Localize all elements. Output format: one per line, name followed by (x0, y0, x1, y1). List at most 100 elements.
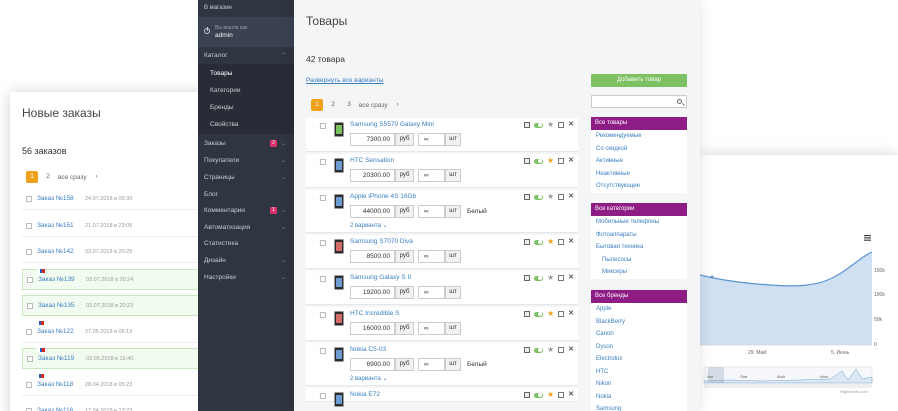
edit-icon[interactable] (523, 239, 530, 245)
filter-item[interactable]: Canon (591, 328, 687, 341)
product-checkbox[interactable] (320, 159, 326, 165)
products-page-1[interactable]: 1 (311, 99, 323, 111)
stock-input[interactable]: ∞ (418, 250, 445, 263)
duplicate-icon[interactable] (558, 311, 565, 317)
delete-icon[interactable]: ✕ (568, 238, 574, 245)
orders-page-all[interactable]: все сразу (58, 174, 87, 181)
order-row[interactable]: Заказ №158 24.07.2018 в 09:30 (22, 189, 202, 210)
filter-item[interactable]: BlackBerry (591, 316, 687, 329)
product-checkbox[interactable] (320, 276, 326, 282)
order-number[interactable]: Заказ №119 (38, 355, 74, 362)
filter-header[interactable]: Все бренды (591, 290, 687, 303)
featured-star-icon[interactable]: ★ (547, 346, 554, 354)
product-name-link[interactable]: Samsung S5570 Galaxy Mini (350, 121, 434, 128)
delete-icon[interactable]: ✕ (568, 310, 574, 317)
edit-icon[interactable] (523, 347, 530, 353)
product-checkbox[interactable] (320, 393, 326, 399)
filter-item[interactable]: Dyson (591, 341, 687, 354)
visibility-toggle[interactable] (533, 239, 543, 245)
order-checkbox[interactable] (27, 276, 33, 283)
sidebar-item-4[interactable]: Свойства (198, 117, 294, 133)
sidebar-item-2[interactable]: Категории (198, 83, 294, 99)
edit-icon[interactable] (523, 275, 530, 281)
order-number[interactable]: Заказ №151 (37, 222, 74, 229)
featured-star-icon[interactable]: ★ (547, 157, 554, 165)
product-thumbnail[interactable] (334, 392, 344, 407)
orders-page-1[interactable]: 1 (26, 171, 38, 183)
order-number[interactable]: Заказ №135 (38, 302, 75, 309)
filter-item[interactable]: Миксеры (591, 266, 687, 279)
sidebar-item-10[interactable]: Автоматизация ⌄ (198, 220, 294, 236)
price-input[interactable]: 16000.00 (350, 322, 395, 335)
sidebar-item-12[interactable]: Дизайн ⌄ (198, 253, 294, 269)
drag-handle-icon[interactable]: ⋮⋮ (311, 277, 321, 282)
sidebar-item-7[interactable]: Страницы ⌄ (198, 170, 294, 186)
stock-input[interactable]: ∞ (418, 205, 445, 218)
product-name-link[interactable]: HTC Sensation (350, 157, 394, 164)
product-checkbox[interactable] (320, 123, 326, 129)
order-number[interactable]: Заказ №158 (37, 195, 74, 202)
visibility-toggle[interactable] (533, 275, 543, 281)
sidebar-item-0[interactable]: Каталог ⌃ (198, 48, 294, 64)
featured-star-icon[interactable]: ★ (547, 391, 554, 399)
search-icon[interactable] (677, 99, 682, 104)
product-thumbnail[interactable] (334, 275, 344, 290)
visibility-toggle[interactable] (533, 392, 543, 398)
order-row[interactable]: Заказ №118 28.04.2018 в 05:23 (22, 373, 202, 396)
featured-star-icon[interactable]: ★ (547, 121, 554, 129)
product-thumbnail[interactable] (334, 122, 344, 137)
drag-handle-icon[interactable]: ⋮⋮ (311, 124, 321, 129)
stock-input[interactable]: ∞ (418, 322, 445, 335)
order-row[interactable]: Заказ №139 03.07.2018 в 20:24 (22, 268, 202, 290)
order-checkbox[interactable] (26, 328, 32, 335)
featured-star-icon[interactable]: ★ (547, 310, 554, 318)
products-page-3[interactable]: 3 (343, 99, 355, 111)
delete-icon[interactable]: ✕ (568, 157, 574, 164)
duplicate-icon[interactable] (558, 392, 565, 398)
price-input[interactable]: 6900.00 (350, 358, 395, 371)
chart-credit[interactable]: Highcharts.com (840, 389, 868, 394)
filter-item[interactable]: Отсутствующие (591, 180, 687, 193)
featured-star-icon[interactable]: ★ (547, 193, 554, 201)
sidebar-item-5[interactable]: Заказы 2 ⌄ (198, 136, 294, 152)
featured-star-icon[interactable]: ★ (547, 274, 554, 282)
product-thumbnail[interactable] (334, 239, 344, 254)
order-checkbox[interactable] (26, 249, 32, 255)
product-name-link[interactable]: Nokia C5-03 (350, 346, 386, 353)
product-checkbox[interactable] (320, 240, 326, 246)
sidebar-item-1[interactable]: Товары (198, 66, 294, 82)
product-checkbox[interactable] (320, 348, 326, 354)
filter-header[interactable]: Все товары (591, 117, 687, 130)
product-name-link[interactable]: HTC Incredible S (350, 310, 400, 317)
hamburger-icon[interactable] (864, 235, 871, 241)
order-row[interactable]: Заказ №122 27.05.2018 в 05:13 (22, 320, 202, 343)
filter-item[interactable]: Apple (591, 303, 687, 316)
drag-handle-icon[interactable]: ⋮⋮ (311, 313, 321, 318)
delete-icon[interactable]: ✕ (568, 391, 574, 398)
delete-icon[interactable]: ✕ (568, 274, 574, 281)
filter-item[interactable]: Nikon (591, 378, 687, 391)
order-checkbox[interactable] (26, 196, 32, 202)
filter-item[interactable]: Активные (591, 155, 687, 168)
duplicate-icon[interactable] (558, 347, 565, 353)
order-row[interactable]: Заказ №135 03.07.2018 в 20:23 (22, 295, 202, 316)
price-input[interactable]: 20300.00 (350, 169, 395, 182)
order-checkbox[interactable] (26, 222, 32, 229)
duplicate-icon[interactable] (558, 194, 565, 200)
logout-icon[interactable] (204, 27, 210, 34)
order-row[interactable]: Заказ №142 03.07.2018 в 20:25 (22, 242, 202, 263)
drag-handle-icon[interactable]: ⋮⋮ (311, 196, 321, 201)
sidebar-item-8[interactable]: Блог (198, 187, 294, 203)
stock-input[interactable]: ∞ (418, 169, 445, 182)
sidebar-item-11[interactable]: Статистика (198, 236, 294, 252)
products-page-2[interactable]: 2 (327, 99, 339, 111)
duplicate-icon[interactable] (558, 122, 565, 128)
to-shop-link[interactable]: В магазин (204, 5, 232, 11)
filter-item[interactable]: Бытовая техника (591, 241, 687, 254)
orders-page-2[interactable]: 2 (42, 171, 54, 183)
products-page-all[interactable]: все сразу (359, 102, 388, 109)
product-name-link[interactable]: Samsung S7070 Diva (350, 238, 413, 245)
filter-item[interactable]: HTC (591, 366, 687, 379)
orders-page-next[interactable]: › (91, 171, 103, 183)
edit-icon[interactable] (523, 392, 530, 398)
